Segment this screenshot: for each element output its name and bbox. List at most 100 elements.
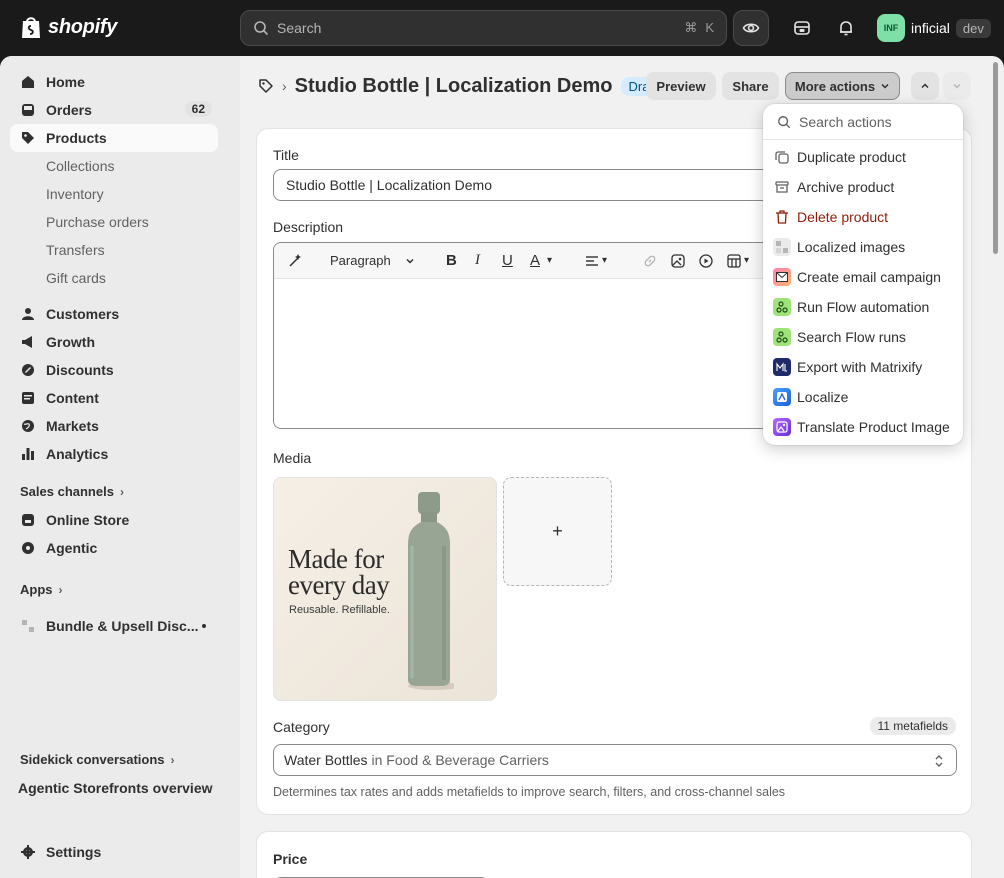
actions-search-input[interactable]: Search actions [763, 104, 963, 140]
sidebar-item-label: Products [46, 130, 107, 146]
menu-item-run-flow[interactable]: Run Flow automation [773, 292, 959, 322]
search-shortcut: ⌘ K [684, 20, 714, 36]
email-icon [773, 268, 791, 286]
next-product-button[interactable] [943, 72, 971, 100]
menu-item-email-campaign[interactable]: Create email campaign [773, 262, 959, 292]
sidebar-item-gift-cards[interactable]: Gift cards [46, 270, 106, 286]
store-button[interactable] [784, 10, 820, 46]
tag-icon [259, 79, 273, 93]
bold-icon[interactable]: B [446, 252, 457, 269]
shopify-bag-icon [22, 17, 40, 38]
sidebar-item-products[interactable]: Products [10, 124, 218, 152]
account-menu[interactable]: INF inficial dev [877, 14, 991, 42]
underline-icon[interactable]: U [502, 252, 513, 269]
text-color-icon[interactable]: A [530, 252, 540, 269]
menu-item-export-matrixify[interactable]: Export with Matrixify [773, 352, 959, 382]
menu-item-duplicate[interactable]: Duplicate product [773, 142, 959, 172]
sidebar-item-growth[interactable]: Growth [10, 328, 218, 356]
sidebar-item-bundle-app[interactable]: Bundle & Upsell Disc... [10, 612, 218, 640]
shopify-logo[interactable]: shopify [20, 14, 117, 40]
app-icon [20, 618, 36, 634]
sidebar-item-transfers[interactable]: Transfers [46, 242, 105, 258]
sidebar-item-analytics[interactable]: Analytics [10, 440, 218, 468]
menu-item-translate-image[interactable]: Translate Product Image [773, 412, 959, 442]
align-icon[interactable] [585, 254, 599, 268]
chevron-down-icon: ▾ [547, 255, 553, 266]
menu-item-archive[interactable]: Archive product [773, 172, 959, 202]
sidebar-item-online-store[interactable]: Online Store [10, 506, 218, 534]
previous-product-button[interactable] [911, 72, 939, 100]
localize-icon [773, 388, 791, 406]
sidebar-item-label: Markets [46, 418, 99, 434]
unread-dot [202, 624, 206, 628]
sidebar-item-customers[interactable]: Customers [10, 300, 218, 328]
scrollbar-thumb[interactable] [993, 62, 998, 254]
section-label: Sidekick conversations [20, 752, 165, 767]
image-headline-line: every day [288, 570, 390, 600]
account-tag: dev [955, 18, 991, 38]
pricing-card: Price [256, 831, 972, 878]
sidebar-item-inventory[interactable]: Inventory [46, 186, 104, 202]
category-select[interactable]: Water Bottles in Food & Beverage Carrier… [273, 744, 957, 776]
metafields-badge[interactable]: 11 metafields [869, 717, 956, 735]
more-actions-menu: Search actions Duplicate product Archive… [763, 104, 963, 445]
sidebar-item-collections[interactable]: Collections [46, 158, 114, 174]
sidebar-item-label: Agentic [46, 540, 98, 556]
menu-item-label: Create email campaign [797, 269, 941, 285]
product-image[interactable]: Made for every day Reusable. Refillable. [273, 477, 497, 701]
paragraph-select[interactable]: Paragraph [330, 253, 415, 268]
menu-item-search-flow-runs[interactable]: Search Flow runs [773, 322, 959, 352]
category-value: Water Bottles [284, 752, 368, 768]
duplicate-icon [773, 148, 791, 166]
sidebar-item-purchase-orders[interactable]: Purchase orders [46, 214, 149, 230]
magic-icon[interactable] [287, 253, 303, 269]
flow-icon [773, 328, 791, 346]
chevron-right-icon: › [119, 484, 124, 499]
menu-item-label: Localize [797, 389, 849, 405]
apps-heading[interactable]: Apps › [20, 582, 63, 597]
sidebar-item-label: Analytics [46, 446, 109, 462]
page-header: › Studio Bottle | Localization Demo Draf… [258, 70, 665, 102]
sidebar: Home Orders 62 Products Collections Inve… [0, 56, 240, 878]
sidebar-item-discounts[interactable]: Discounts [10, 356, 218, 384]
person-icon [20, 306, 36, 322]
sidebar-item-home[interactable]: Home [10, 68, 218, 96]
sidebar-item-label: Bundle & Upsell Disc... [46, 618, 199, 634]
notifications-button[interactable] [828, 10, 864, 46]
sidebar-item-agentic[interactable]: Agentic [10, 534, 218, 562]
global-search[interactable]: Search ⌘ K [240, 10, 727, 46]
menu-item-localized-images[interactable]: Localized images [773, 232, 959, 262]
menu-item-label: Duplicate product [797, 149, 906, 165]
menu-item-label: Search Flow runs [797, 329, 906, 345]
sidebar-item-settings[interactable]: Settings [10, 838, 218, 866]
table-icon[interactable] [727, 254, 741, 268]
menu-item-delete[interactable]: Delete product [773, 202, 959, 232]
brand-wordmark: shopify [48, 15, 118, 38]
video-icon[interactable] [699, 254, 713, 268]
sidebar-item-markets[interactable]: Markets [10, 412, 218, 440]
sidebar-item-content[interactable]: Content [10, 384, 218, 412]
megaphone-icon [20, 334, 36, 350]
home-icon [20, 74, 36, 90]
sales-channels-heading[interactable]: Sales channels › [20, 484, 124, 499]
orders-count-badge: 62 [184, 101, 212, 117]
more-actions-button[interactable]: More actions [785, 72, 900, 100]
image-subline: Reusable. Refillable. [289, 604, 390, 616]
avatar: INF [877, 14, 905, 42]
share-button[interactable]: Share [722, 72, 779, 100]
sidekick-heading[interactable]: Sidekick conversations › [20, 752, 175, 767]
menu-item-localize[interactable]: Localize [773, 382, 959, 412]
sidebar-item-orders[interactable]: Orders 62 [10, 96, 218, 124]
preview-store-button[interactable] [733, 10, 769, 46]
eye-icon [742, 23, 760, 33]
sidebar-item-label: Discounts [46, 362, 114, 378]
tag-icon [20, 130, 36, 146]
translate-image-icon [773, 418, 791, 436]
menu-item-label: Localized images [797, 239, 906, 255]
italic-icon[interactable]: I [475, 252, 480, 269]
sidekick-conversation-item[interactable]: Agentic Storefronts overview [8, 774, 216, 802]
link-icon[interactable] [643, 254, 657, 268]
image-icon[interactable] [671, 254, 685, 268]
add-media-button[interactable]: + [503, 477, 612, 586]
preview-button[interactable]: Preview [646, 72, 716, 100]
